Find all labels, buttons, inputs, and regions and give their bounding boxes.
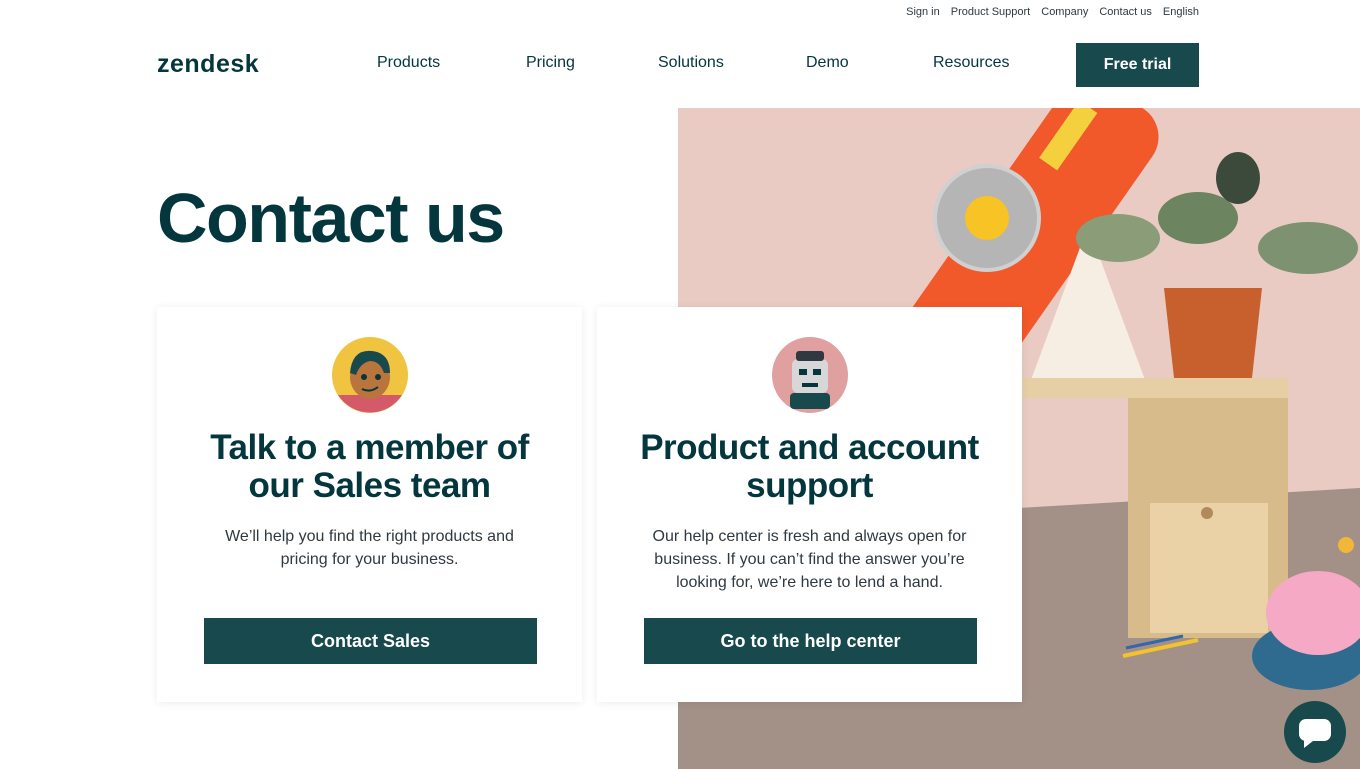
page-title: Contact us <box>157 179 505 257</box>
sales-card-title: Talk to a member of our Sales team <box>210 428 529 505</box>
nav-products[interactable]: Products <box>377 54 440 72</box>
language-selector[interactable]: English <box>1163 6 1199 18</box>
nav-solutions[interactable]: Solutions <box>658 54 724 72</box>
sign-in-link[interactable]: Sign in <box>906 6 940 18</box>
zendesk-logo[interactable]: zendesk <box>157 50 259 79</box>
chat-widget-button[interactable] <box>1284 701 1346 763</box>
product-support-link[interactable]: Product Support <box>951 6 1031 18</box>
contact-us-link[interactable]: Contact us <box>1099 6 1152 18</box>
nav-demo[interactable]: Demo <box>806 54 849 72</box>
sales-card: Talk to a member of our Sales team We’ll… <box>157 307 582 702</box>
support-robot-avatar-icon <box>772 337 848 413</box>
company-link[interactable]: Company <box>1041 6 1088 18</box>
help-center-button[interactable]: Go to the help center <box>644 618 977 664</box>
nav-pricing[interactable]: Pricing <box>526 54 575 72</box>
utility-nav: Sign in Product Support Company Contact … <box>906 6 1199 18</box>
free-trial-button[interactable]: Free trial <box>1076 43 1199 87</box>
chat-bubble-icon <box>1299 719 1331 748</box>
sales-card-description: We’ll help you find the right products a… <box>225 528 514 568</box>
support-card-title: Product and account support <box>640 428 979 505</box>
nav-resources[interactable]: Resources <box>933 54 1009 72</box>
support-card-description: Our help center is fresh and always open… <box>652 528 967 591</box>
support-card: Product and account support Our help cen… <box>597 307 1022 702</box>
contact-sales-button[interactable]: Contact Sales <box>204 618 537 664</box>
sales-agent-avatar-icon <box>332 337 408 413</box>
